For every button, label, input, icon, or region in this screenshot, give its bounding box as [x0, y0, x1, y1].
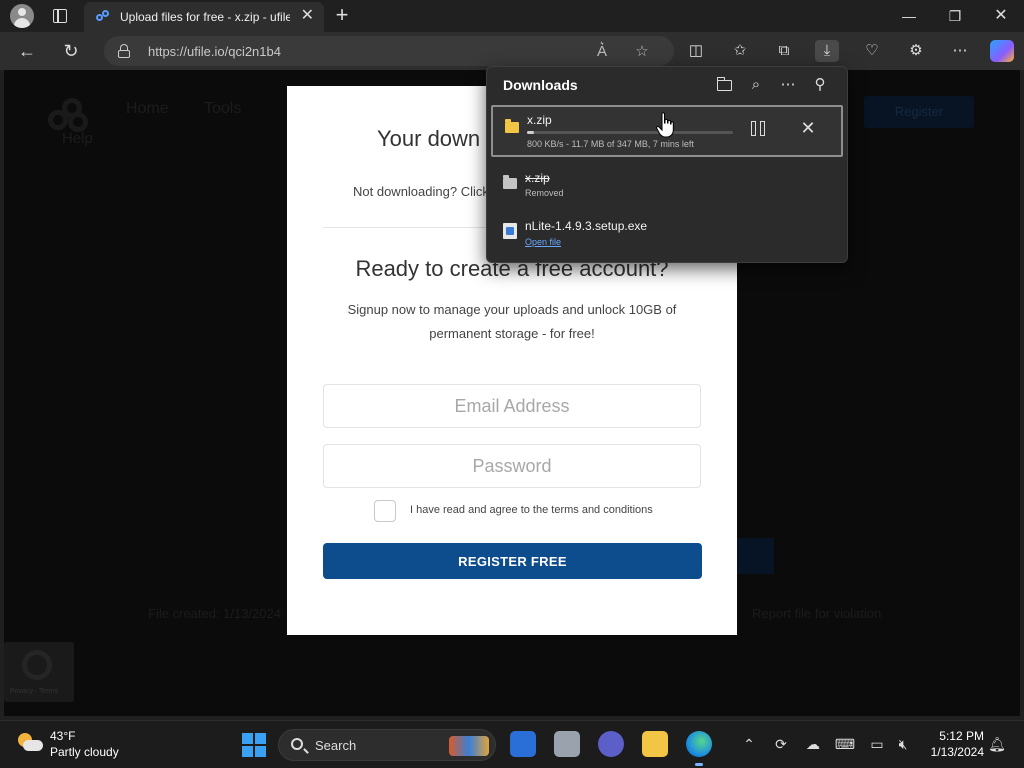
open-folder-icon[interactable]: [713, 75, 735, 95]
modal-title: Your down: [377, 126, 481, 151]
split-screen-icon[interactable]: ◫: [684, 40, 708, 62]
download-status-wrap: Open file: [525, 237, 561, 247]
tab-title: Upload files for free - x.zip - ufile.io: [120, 10, 290, 24]
favorite-star-icon[interactable]: ☆: [632, 42, 652, 62]
browser-essentials-icon[interactable]: ♡: [860, 40, 884, 62]
keyboard-icon[interactable]: ⌨: [834, 733, 856, 755]
site-help-label[interactable]: Help: [62, 130, 93, 147]
show-hidden-icons-icon[interactable]: ⌃: [738, 733, 760, 755]
taskbar-search[interactable]: Search: [278, 729, 496, 761]
search-icon: [291, 738, 303, 750]
notification-bell-icon[interactable]: 🔔︎: [988, 735, 1006, 753]
site-nav-home[interactable]: Home: [126, 100, 169, 118]
partly-cloudy-icon[interactable]: [18, 731, 44, 755]
minimize-icon[interactable]: —: [892, 5, 926, 27]
site-nav-tools[interactable]: Tools: [204, 100, 241, 118]
ufile-logo-icon[interactable]: [48, 98, 92, 134]
open-file-link[interactable]: Open file: [525, 237, 561, 247]
download-status: 800 KB/s - 11.7 MB of 347 MB, 7 mins lef…: [527, 139, 694, 149]
taskbar-search-label: Search: [315, 738, 357, 753]
read-aloud-icon[interactable]: A͛: [592, 42, 612, 62]
download-filename: x.zip: [527, 113, 552, 127]
network-icon[interactable]: ▭: [866, 733, 888, 755]
settings-more-icon[interactable]: ⋯: [948, 40, 972, 62]
signup-description: Signup now to manage your uploads and un…: [347, 302, 677, 341]
cancel-download-icon[interactable]: ✕: [797, 117, 819, 139]
register-free-button[interactable]: REGISTER FREE: [323, 543, 702, 579]
navigation-bar: ← ↻ https://ufile.io/qci2n1b4 A͛ ☆ ◫ ✩ ⧉…: [0, 32, 1024, 70]
clock-date[interactable]: 1/13/2024: [914, 745, 984, 759]
onedrive-icon[interactable]: ☁: [802, 733, 824, 755]
downloads-title: Downloads: [503, 77, 578, 93]
weather-description[interactable]: Partly cloudy: [50, 745, 119, 759]
browser-tab[interactable]: Upload files for free - x.zip - ufile.io…: [84, 2, 324, 32]
terms-checkbox[interactable]: [374, 500, 396, 522]
new-tab-icon[interactable]: +: [332, 4, 352, 26]
volume-muted-icon[interactable]: 🔇︎: [892, 733, 914, 755]
email-field[interactable]: [323, 384, 701, 428]
refresh-icon[interactable]: ↻: [58, 38, 84, 64]
more-options-icon[interactable]: ⋯: [777, 75, 799, 95]
pause-icon[interactable]: [749, 119, 769, 139]
password-field[interactable]: [323, 444, 701, 488]
search-highlight-icon: [449, 736, 489, 756]
zip-folder-icon: [505, 119, 519, 133]
download-filename: x.zip: [525, 171, 550, 185]
ufile-favicon-icon: [96, 10, 110, 24]
lock-icon[interactable]: [118, 44, 130, 58]
download-item-removed[interactable]: x.zip Removed: [491, 163, 843, 215]
tab-actions-icon[interactable]: [50, 6, 70, 26]
clock-time[interactable]: 5:12 PM: [924, 729, 984, 743]
pin-icon[interactable]: ⚲: [809, 75, 831, 95]
extensions-icon[interactable]: ⚙: [904, 40, 928, 62]
sync-icon[interactable]: ⟳: [770, 733, 792, 755]
address-bar[interactable]: https://ufile.io/qci2n1b4 A͛ ☆: [104, 36, 674, 66]
windows-taskbar: 43°F Partly cloudy Search ⌃ ⟳ ☁ ⌨ ▭ 🔇︎ 5…: [0, 720, 1024, 768]
tab-strip: Upload files for free - x.zip - ufile.io…: [0, 0, 1024, 32]
url-text[interactable]: https://ufile.io/qci2n1b4: [148, 44, 281, 59]
profile-avatar-icon[interactable]: [10, 4, 34, 28]
task-view-icon[interactable]: [554, 731, 580, 757]
recaptcha-links[interactable]: Privacy - Terms: [10, 688, 58, 695]
restore-icon[interactable]: ❐: [938, 5, 972, 27]
downloads-flyout: Downloads ⌕ ⋯ ⚲ x.zip 800 KB/s - 11.7 MB…: [486, 66, 848, 263]
download-item-complete[interactable]: nLite-1.4.9.3.setup.exe Open file: [491, 213, 843, 265]
collections-icon[interactable]: ⧉: [772, 40, 796, 62]
download-filename: nLite-1.4.9.3.setup.exe: [525, 219, 648, 233]
close-window-icon[interactable]: ✕: [984, 5, 1018, 27]
edge-browser-icon[interactable]: [686, 731, 712, 766]
search-downloads-icon[interactable]: ⌕: [745, 75, 767, 95]
site-register-button[interactable]: Register: [864, 96, 974, 128]
download-progress-bar: [527, 131, 733, 134]
file-explorer-icon[interactable]: [642, 731, 668, 757]
report-file-link[interactable]: Report file for violation: [752, 606, 881, 621]
hand-cursor-icon: [656, 112, 674, 138]
favorites-icon[interactable]: ✩: [728, 40, 752, 62]
recaptcha-icon: [22, 650, 52, 680]
weather-temperature[interactable]: 43°F: [50, 729, 75, 743]
tab-close-icon[interactable]: ✕: [301, 8, 314, 24]
copilot-pre-icon[interactable]: [510, 731, 536, 757]
copilot-icon[interactable]: [990, 40, 1014, 62]
installer-file-icon: [503, 223, 517, 239]
back-icon[interactable]: ←: [14, 38, 40, 64]
modal-subtitle: Not downloading? Click: [353, 184, 489, 199]
downloads-icon[interactable]: ⤓: [815, 40, 839, 62]
file-created-text: File created: 1/13/2024: [148, 606, 281, 621]
recaptcha-badge[interactable]: Privacy - Terms: [4, 642, 74, 702]
zip-folder-icon: [503, 175, 517, 189]
download-status: Removed: [525, 188, 564, 198]
windows-start-icon[interactable]: [242, 733, 266, 757]
terms-label: I have read and agree to the terms and c…: [410, 504, 653, 516]
teams-icon[interactable]: [598, 731, 624, 757]
